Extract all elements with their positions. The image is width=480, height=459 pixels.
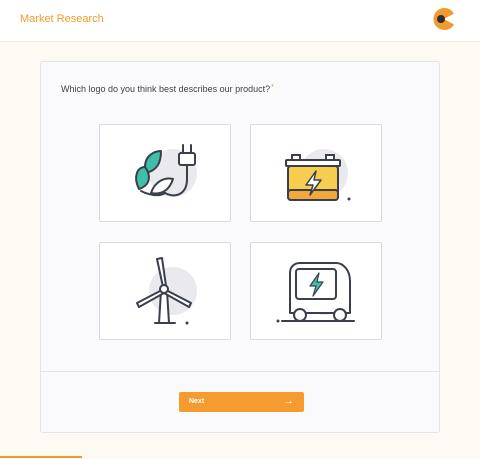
card-divider — [41, 371, 439, 372]
logo-option-wind-turbine[interactable] — [99, 242, 231, 340]
next-button-label: Next — [189, 398, 205, 405]
header-bar: Market Research — [0, 0, 480, 42]
page-title: Market Research — [20, 13, 104, 25]
question-text: Which logo do you think best describes o… — [61, 84, 271, 94]
logo-image-electric-van — [266, 251, 367, 331]
wind-turbine-icon — [136, 257, 197, 325]
logo-image-battery — [266, 133, 367, 213]
logo-option-battery[interactable] — [250, 124, 382, 222]
required-indicator: * — [271, 84, 274, 91]
logo-option-leaf-plug[interactable] — [99, 124, 231, 222]
arrow-right-icon: → — [283, 395, 294, 407]
question-label: Which logo do you think best describes o… — [61, 84, 274, 94]
electric-van-icon — [276, 262, 355, 323]
leaf-plug-icon — [135, 144, 197, 197]
logo-image-leaf-plug — [115, 133, 216, 213]
logo-option-electric-van[interactable] — [250, 242, 382, 340]
logo-image-wind-turbine — [115, 251, 216, 331]
battery-icon — [285, 149, 351, 201]
brand-logo-icon — [433, 7, 454, 30]
progress-bar — [0, 456, 82, 458]
next-button[interactable]: Next → — [179, 392, 304, 412]
question-card: Which logo do you think best describes o… — [40, 61, 440, 433]
